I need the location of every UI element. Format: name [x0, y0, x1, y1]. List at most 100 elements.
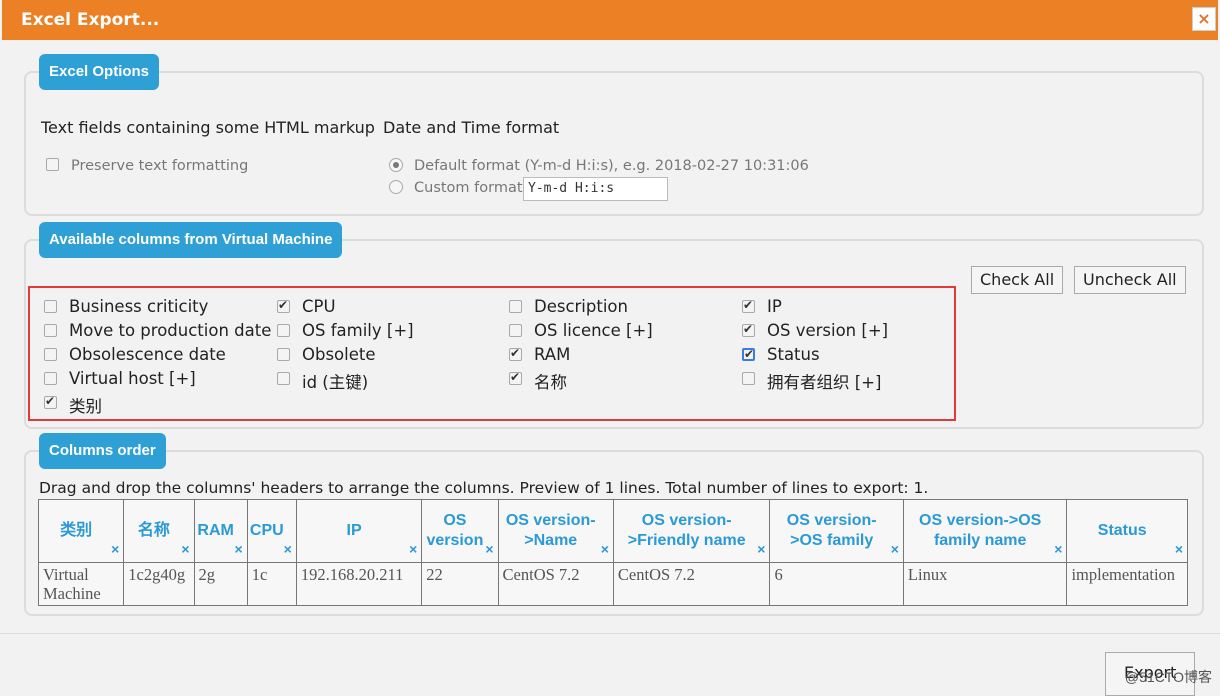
table-cell: 1c2g40g [123, 562, 195, 606]
table-cell: 6 [769, 562, 904, 606]
remove-column-icon[interactable]: × [181, 539, 189, 559]
dialog-title: Excel Export... [21, 10, 160, 30]
remove-column-icon[interactable]: × [111, 539, 119, 559]
remove-column-icon[interactable]: × [601, 539, 609, 559]
columns-order-description: Drag and drop the columns' headers to ar… [39, 479, 929, 497]
preview-table: 类别 × 名称 × RAM × CPU × IP × OS version × OS version->… [37, 499, 1188, 606]
column-label: Business criticity [69, 297, 209, 316]
column-header-label: OS version->OS family [786, 512, 877, 549]
column-header[interactable]: 名称 × [123, 499, 195, 563]
column-label: 名称 [534, 373, 567, 392]
remove-column-icon[interactable]: × [891, 539, 899, 559]
watermark: @51CTO博客 [1124, 669, 1212, 685]
column-label: CPU [302, 297, 336, 316]
preview-header-row: 类别 × 名称 × RAM × CPU × IP × OS version × OS version->… [37, 499, 1188, 563]
table-cell: implementation [1066, 562, 1188, 606]
column-header[interactable]: OS version->Friendly name × [612, 499, 771, 563]
column-header[interactable]: OS version->OS family name × [902, 499, 1068, 563]
column-checkbox[interactable] [509, 346, 522, 361]
column-header[interactable]: Status × [1066, 499, 1188, 563]
column-header-label: Status [1097, 522, 1147, 539]
remove-column-icon[interactable]: × [757, 539, 765, 559]
column-checkbox[interactable] [742, 298, 755, 313]
column-checkbox[interactable] [44, 394, 57, 409]
column-checkbox[interactable] [277, 324, 290, 337]
column-header-label: OS version [426, 512, 484, 549]
table-row: Virtual Machine 1c2g40g 2g 1c 192.168.20.211… [37, 562, 1188, 606]
custom-format-label: Custom format: [414, 180, 528, 196]
column-header-label: OS version->Name [505, 512, 596, 549]
table-cell: Linux [902, 562, 1068, 606]
default-format-radio[interactable] [389, 158, 403, 172]
preserve-formatting-checkbox[interactable] [46, 158, 59, 171]
column-checkbox[interactable] [44, 324, 57, 337]
custom-format-radio[interactable] [389, 180, 403, 194]
column-checkbox[interactable] [509, 370, 522, 385]
datetime-heading: Date and Time format [383, 118, 560, 137]
column-header[interactable]: OS version->Name × [497, 499, 614, 563]
column-header[interactable]: RAM × [193, 499, 248, 563]
column-checkbox[interactable] [44, 348, 57, 361]
column-header[interactable]: IP × [295, 499, 423, 563]
excel-options-legend: Excel Options [39, 54, 160, 90]
column-label: OS licence [+] [534, 321, 653, 340]
table-cell: 192.168.20.211 [295, 562, 423, 606]
column-label: Obsolete [302, 345, 376, 364]
column-label: Status [767, 345, 820, 364]
column-header-label: CPU [249, 522, 284, 539]
column-checkbox[interactable] [277, 372, 290, 385]
remove-column-icon[interactable]: × [284, 539, 292, 559]
column-checkbox[interactable] [44, 372, 57, 385]
remove-column-icon[interactable]: × [1054, 539, 1062, 559]
close-icon[interactable]: × [1192, 7, 1216, 31]
remove-column-icon[interactable]: × [485, 539, 493, 559]
column-header-label: 类别 [60, 522, 93, 539]
column-header-label: OS version->OS family name [919, 512, 1042, 549]
column-header-label: 名称 [137, 522, 170, 539]
footer-divider [0, 633, 1220, 634]
column-label: IP [767, 297, 782, 316]
column-header[interactable]: OS version->OS family × [769, 499, 904, 563]
table-cell: CentOS 7.2 [497, 562, 614, 606]
column-checkbox[interactable] [509, 300, 522, 313]
column-checkbox[interactable] [742, 322, 755, 337]
column-header[interactable]: OS version × [421, 499, 499, 563]
column-checkbox[interactable] [277, 348, 290, 361]
column-checkbox[interactable] [742, 372, 755, 385]
column-header-label: IP [346, 522, 362, 539]
remove-column-icon[interactable]: × [409, 539, 417, 559]
check-all-button[interactable]: Check All [971, 266, 1064, 294]
default-format-label: Default format (Y-m-d H:i:s), e.g. 2018-… [414, 158, 809, 174]
column-label: Move to production date [69, 321, 272, 340]
table-cell: 22 [421, 562, 499, 606]
dialog-titlebar: Excel Export... [2, 0, 1218, 40]
preserve-formatting-label: Preserve text formatting [71, 158, 249, 174]
column-label: OS family [+] [302, 321, 414, 340]
custom-format-input[interactable]: Y-m-d H:i:s [523, 177, 668, 201]
table-cell: 2g [193, 562, 248, 606]
uncheck-all-button[interactable]: Uncheck All [1074, 266, 1186, 294]
column-header[interactable]: CPU × [246, 499, 297, 563]
columns-order-legend: Columns order [39, 433, 166, 469]
column-label: id (主键) [302, 373, 369, 392]
table-cell: CentOS 7.2 [612, 562, 771, 606]
column-header[interactable]: 类别 × [37, 499, 125, 563]
column-checkbox[interactable] [509, 324, 522, 337]
available-columns-legend: Available columns from Virtual Machine [39, 222, 343, 258]
html-markup-heading: Text fields containing some HTML markup [41, 118, 375, 137]
remove-column-icon[interactable]: × [1175, 539, 1183, 559]
column-label: 类别 [69, 397, 102, 416]
column-checkbox[interactable] [742, 347, 755, 361]
column-header-label: RAM [197, 522, 234, 539]
column-label: RAM [534, 345, 571, 364]
column-header-label: OS version->Friendly name [627, 512, 746, 549]
column-label: Description [534, 297, 628, 316]
column-label: Obsolescence date [69, 345, 226, 364]
column-label: 拥有者组织 [+] [767, 373, 882, 392]
table-cell: Virtual Machine [37, 562, 125, 606]
column-label: OS version [+] [767, 321, 889, 340]
column-checkbox[interactable] [277, 298, 290, 313]
column-label: Virtual host [+] [69, 369, 196, 388]
column-checkbox[interactable] [44, 300, 57, 313]
remove-column-icon[interactable]: × [235, 539, 243, 559]
